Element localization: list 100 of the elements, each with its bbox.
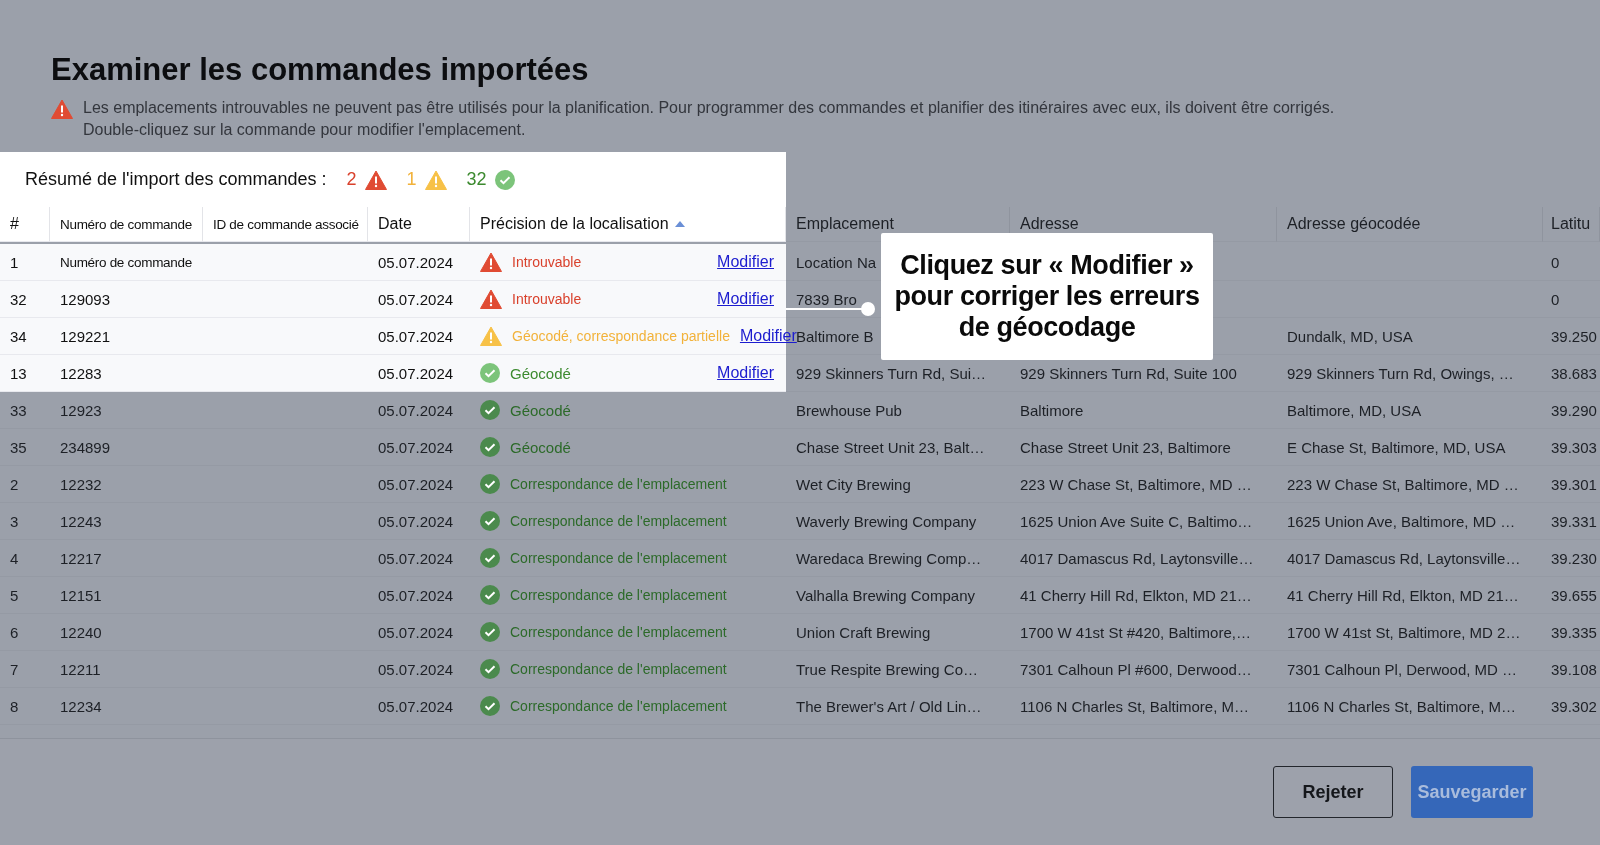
table-cell: 33 [0,392,50,429]
count-value: 32 [466,169,487,190]
modify-link[interactable]: Modifier [739,327,797,345]
table-cell: Brewhouse Pub [786,392,1010,429]
table-cell: 41 Cherry Hill Rd, Elkton, MD 21… [1277,577,1543,614]
status-label: Géocodé [510,364,571,382]
status-label: Introuvable [512,254,582,270]
table-cell: 12234 [50,688,203,725]
table-cell: 1106 N Charles St, Baltimore, M… [1277,688,1543,725]
notice-text: Les emplacements introuvables ne peuvent pas être utilisés pour la planification. Pour programmer des commandes et planifier des itinéraires avec eux, ils doivent être corrigés. [83,98,1335,118]
status-label: Correspondance de l'emplacement [510,550,727,566]
column-header[interactable]: Latitu [1543,207,1600,242]
page-title: Examiner les commandes importées [51,52,590,88]
table-cell: 34 [0,318,50,355]
column-header[interactable]: Date [368,207,470,242]
table-cell: Waverly Brewing Company [786,503,1010,540]
table-cell: Waredaca Brewing Comp… [786,540,1010,577]
table-cell: Chase Street Unit 23, Baltimore [1010,429,1277,466]
status-label: Correspondance de l'emplacement [510,698,727,714]
table-cell: 7 [0,651,50,688]
table-cell: 05.07.2024 [368,466,470,503]
table-cell: 35 [0,429,50,466]
table-cell: 0 [1543,244,1600,281]
status-label: Correspondance de l'emplacement [510,513,727,529]
table-cell: 05.07.2024 [368,614,470,651]
table-cell: 929 Skinners Turn Rd, Owings, … [1277,355,1543,392]
table-cell: 12232 [50,466,203,503]
table-cell: 3 [0,503,50,540]
table-cell: 13 [0,355,50,392]
table-cell: 39.335 [1543,614,1600,651]
table-cell: 0 [1543,281,1600,318]
table-cell: 39.655 [1543,577,1600,614]
table-cell: 12151 [50,577,203,614]
status-label: Correspondance de l'emplacement [510,476,727,492]
table-cell: 6 [0,614,50,651]
status-label: Introuvable [512,291,582,307]
table-cell: 129093 [50,281,203,318]
table-cell: 05.07.2024 [368,244,470,281]
column-header[interactable]: ID de commande associé [203,207,368,242]
status-label: Géocodé [510,401,571,419]
table-cell: 39.303 [1543,429,1600,466]
table-cell: 39.230 [1543,540,1600,577]
status-label: Correspondance de l'emplacement [510,661,727,677]
status-label: Géocodé [510,438,571,456]
summary-label: Résumé de l'import des commandes : [25,169,327,190]
table-cell: The Brewer's Art / Old Lin… [786,688,1010,725]
table-cell: 1625 Union Ave Suite C, Baltimo… [1010,503,1277,540]
table-cell: Chase Street Unit 23, Balt… [786,429,1010,466]
table-cell: 05.07.2024 [368,577,470,614]
table-cell: Valhalla Brewing Company [786,577,1010,614]
table-cell: 39.302 [1543,688,1600,725]
table-cell: 12243 [50,503,203,540]
table-cell: Dundalk, MD, USA [1277,318,1543,355]
modify-link[interactable]: Modifier [717,290,774,308]
table-cell: 38.683 [1543,355,1600,392]
table-cell: 41 Cherry Hill Rd, Elkton, MD 21… [1010,577,1277,614]
table-cell: 234899 [50,429,203,466]
modify-link[interactable]: Modifier [717,253,774,271]
table-cell: 1700 W 41st St #420, Baltimore,… [1010,614,1277,651]
table-cell: 12283 [50,355,203,392]
modify-link[interactable]: Modifier [717,364,774,382]
table-cell: 05.07.2024 [368,281,470,318]
table-cell: 39.301 [1543,466,1600,503]
table-cell: 05.07.2024 [368,318,470,355]
table-cell: 39.108 [1543,651,1600,688]
column-header[interactable]: Numéro de commande [50,207,203,242]
status-label: Correspondance de l'emplacement [510,624,727,640]
table-cell: Baltimore, MD, USA [1277,392,1543,429]
table-cell: 4017 Damascus Rd, Laytonsville… [1277,540,1543,577]
table-cell: 4 [0,540,50,577]
table-cell: 223 W Chase St, Baltimore, MD … [1277,466,1543,503]
table-cell: 12211 [50,651,203,688]
reject-button[interactable]: Rejeter [1273,766,1393,818]
table-cell: 12217 [50,540,203,577]
table-cell: True Respite Brewing Co… [786,651,1010,688]
table-cell: E Chase St, Baltimore, MD, USA [1277,429,1543,466]
table-cell: 05.07.2024 [368,540,470,577]
table-cell: 129221 [50,318,203,355]
table-cell: 5 [0,577,50,614]
table-cell: 39.250 [1543,318,1600,355]
column-header[interactable]: # [0,207,50,242]
table-cell: 4017 Damascus Rd, Laytonsville… [1010,540,1277,577]
table-cell: Wet City Brewing [786,466,1010,503]
column-header[interactable]: Adresse géocodée [1277,207,1543,242]
table-cell: 05.07.2024 [368,355,470,392]
table-cell: Union Craft Brewing [786,614,1010,651]
table-cell: 1625 Union Ave, Baltimore, MD … [1277,503,1543,540]
table-cell: 32 [0,281,50,318]
column-header[interactable]: Précision de la localisation [470,207,786,242]
status-label: Géocodé, correspondance partielle [512,328,730,344]
table-cell: 12923 [50,392,203,429]
table-cell: 8 [0,688,50,725]
count-value: 1 [406,169,417,190]
table-cell: 05.07.2024 [368,392,470,429]
table-cell: 05.07.2024 [368,651,470,688]
status-label: Correspondance de l'emplacement [510,587,727,603]
table-cell: 223 W Chase St, Baltimore, MD … [1010,466,1277,503]
table-cell: 2 [0,466,50,503]
table-cell: 7301 Calhoun Pl #600, Derwood… [1010,651,1277,688]
table-cell: 1 [0,244,50,281]
